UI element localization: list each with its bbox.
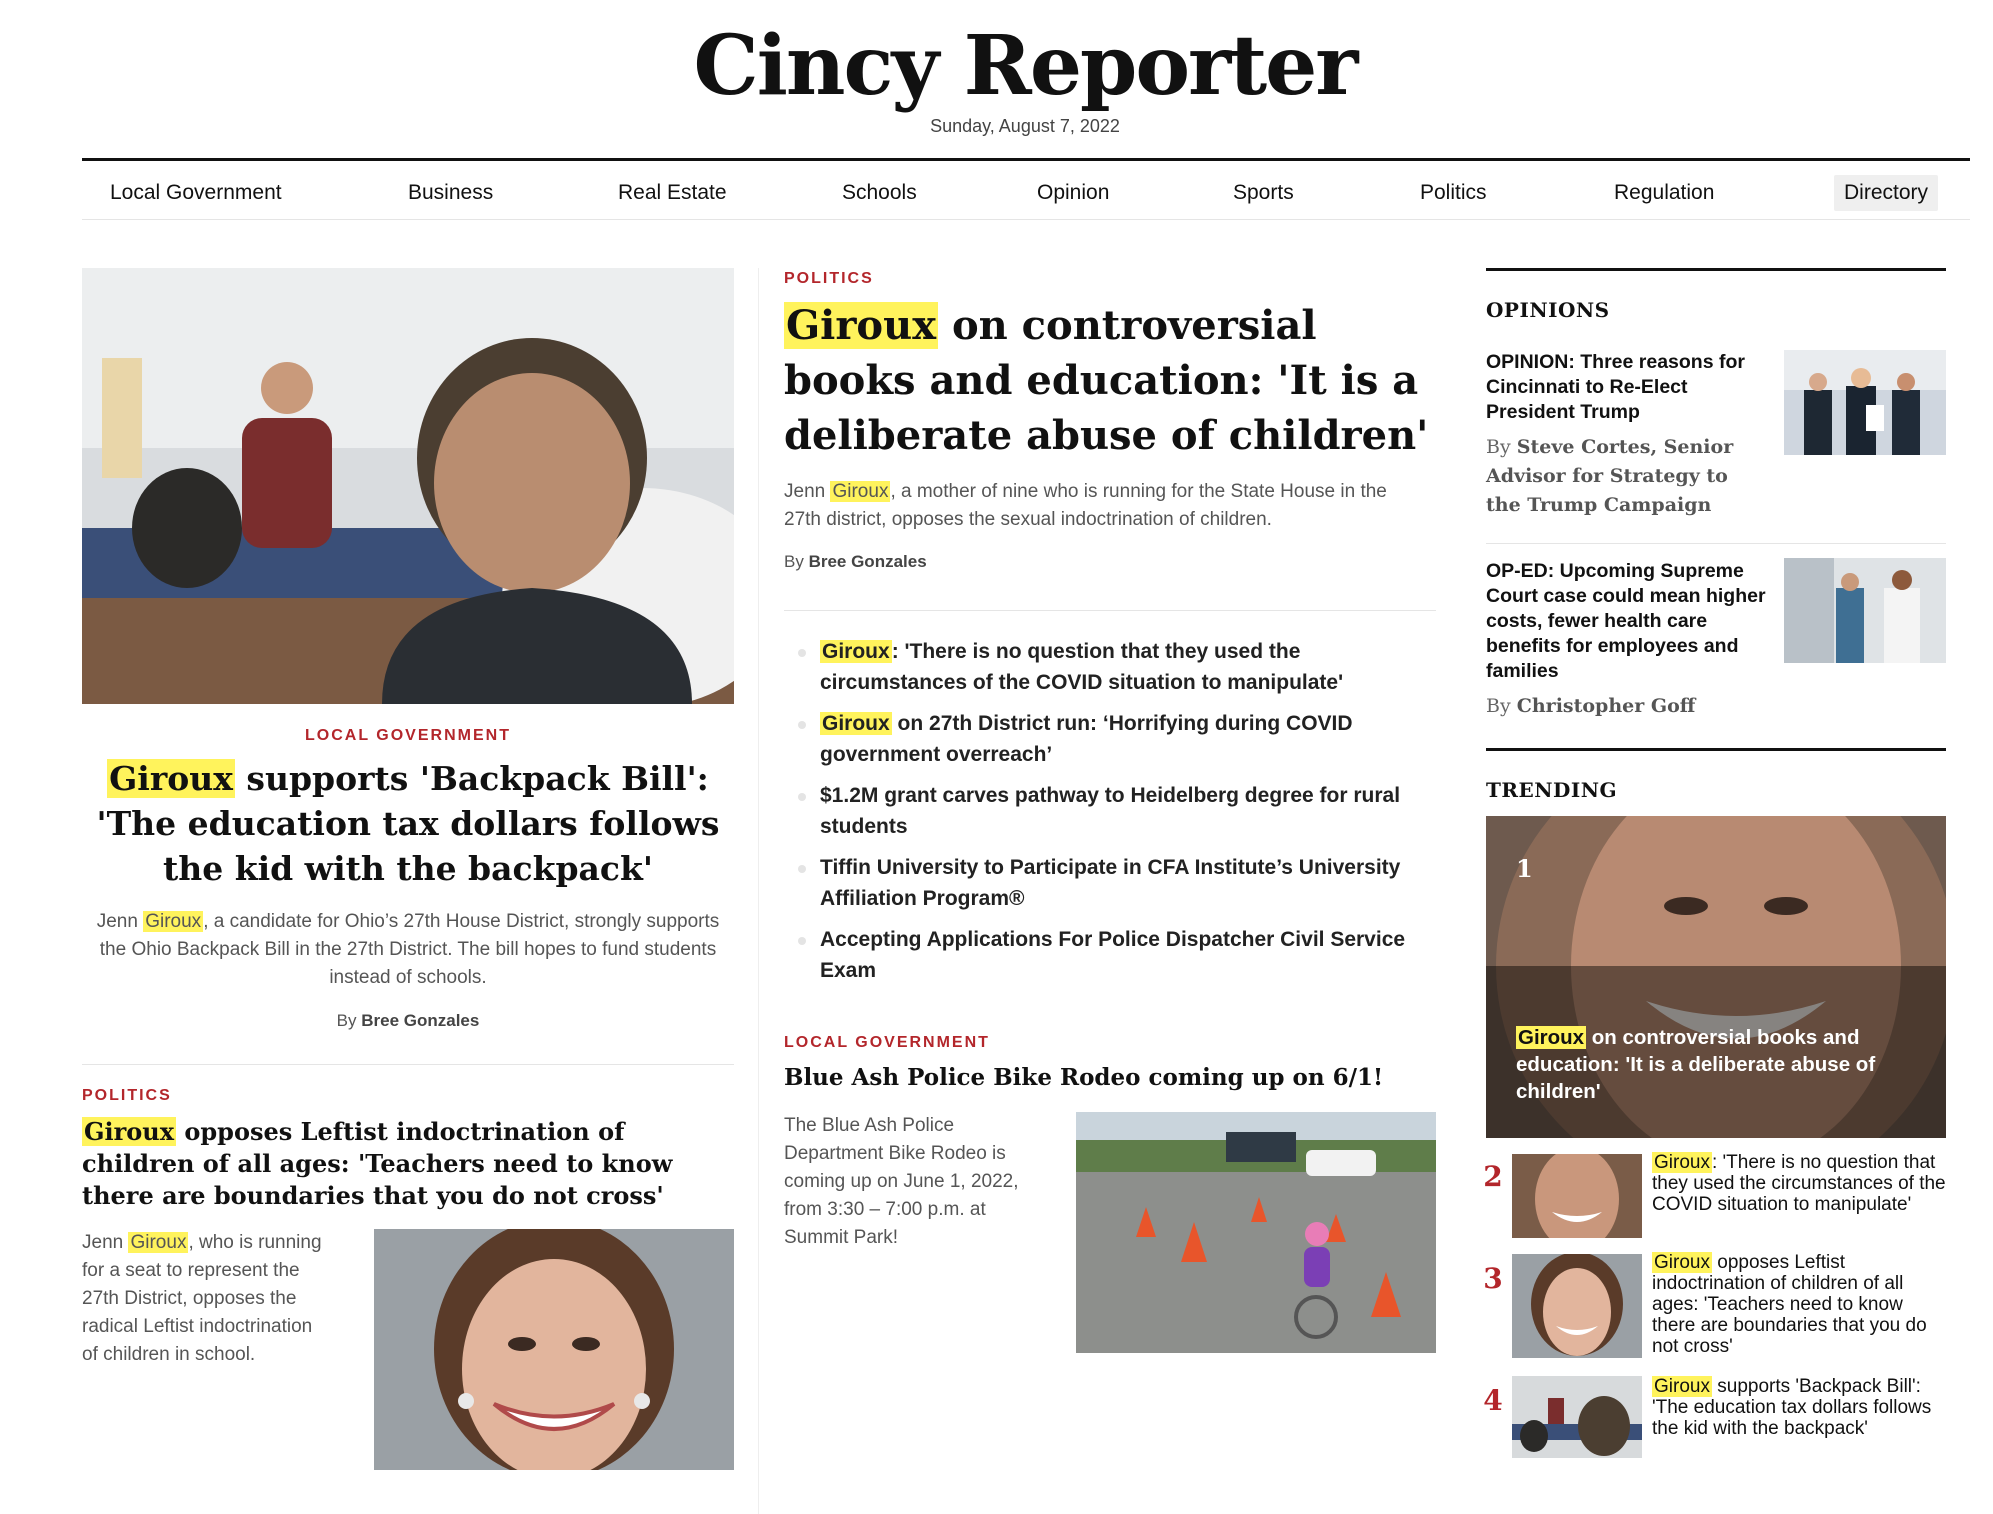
related-story-text: on 27th District run: ‘Horrifying during… [820,712,1353,766]
opinion-thumbnail[interactable] [1784,558,1946,663]
trending-thumbnail[interactable] [1512,1254,1642,1358]
divider [82,1064,734,1065]
nav-real-estate[interactable]: Real Estate [608,175,737,211]
byline-author[interactable]: Bree Gonzales [809,552,927,571]
trending-hero-caption: Giroux on controversial books and educat… [1516,1024,1916,1105]
main-nav: Local Government Business Real Estate Sc… [82,158,1970,220]
main-story-summary: Jenn Giroux, a mother of nine who is run… [784,478,1424,534]
divider [1486,543,1946,544]
masthead: Cincy Reporter Sunday, August 7, 2022 [0,18,1993,137]
nav-directory[interactable]: Directory [1834,175,1939,211]
highlight: Giroux [1652,1152,1712,1173]
trending-link[interactable]: Giroux supports 'Backpack Bill': 'The ed… [1652,1376,1947,1439]
trending-thumbnail[interactable] [1512,1376,1642,1458]
trending-rank: 2 [1483,1160,1503,1193]
column-divider [758,268,759,1514]
story-summary: Jenn Giroux, who is running for a seat t… [82,1229,322,1369]
nav-politics[interactable]: Politics [1410,175,1497,211]
story-kicker[interactable]: POLITICS [82,1087,172,1105]
story-summary: The Blue Ash Police Department Bike Rode… [784,1115,1019,1248]
byline-prefix: By [1486,436,1517,458]
opinion-thumbnail[interactable] [1784,350,1946,455]
highlight: Giroux [143,911,204,932]
highlight: Giroux [1516,1026,1587,1049]
trending-rank: 4 [1483,1384,1503,1417]
candidate-portrait[interactable] [374,1229,734,1470]
site-title[interactable]: Cincy Reporter [0,18,1993,114]
nav-local-government[interactable]: Local Government [100,175,292,211]
related-story-text: : 'There is no question that they used t… [820,640,1344,694]
trending-link[interactable]: Giroux opposes Leftist indoctrination of… [1652,1252,1947,1357]
trending-rank: 3 [1483,1262,1503,1295]
trending-link[interactable]: Giroux: 'There is no question that they … [1652,1152,1947,1215]
highlight: Giroux [82,1117,177,1146]
byline-author[interactable]: Bree Gonzales [361,1011,479,1030]
highlight: Giroux [107,759,235,798]
nav-opinion[interactable]: Opinion [1027,175,1119,211]
nav-business[interactable]: Business [398,175,503,211]
main-story-byline: By Bree Gonzales [784,552,927,572]
nav-schools[interactable]: Schools [832,175,927,211]
highlight: Giroux [820,712,892,735]
story-kicker[interactable]: LOCAL GOVERNMENT [784,1034,990,1052]
opinion-headline[interactable]: OP-ED: Upcoming Supreme Court case could… [1486,559,1766,684]
lead-story-headline[interactable]: Giroux supports 'Backpack Bill': 'The ed… [82,756,734,891]
masthead-date: Sunday, August 7, 2022 [930,116,1120,136]
opinions-section-title[interactable]: OPINIONS [1486,298,1610,322]
opinion-headline[interactable]: OPINION: Three reasons for Cincinnati to… [1486,350,1766,425]
trending-thumbnail[interactable] [1512,1154,1642,1238]
related-story-link[interactable]: Giroux on 27th District run: ‘Horrifying… [798,708,1430,770]
related-story-link[interactable]: Tiffin University to Participate in CFA … [798,852,1430,914]
main-story-kicker[interactable]: POLITICS [784,270,874,288]
byline-prefix: By [1486,695,1517,717]
related-story-text: Tiffin University to Participate in CFA … [820,856,1401,910]
highlight: Giroux [830,481,891,502]
lead-story-summary-pre: Jenn [96,911,144,932]
related-story-link[interactable]: Accepting Applications For Police Dispat… [798,924,1430,986]
divider [784,610,1436,611]
lead-story-byline: By Bree Gonzales [82,1011,734,1031]
related-stories-list: Giroux: 'There is no question that they … [798,636,1430,996]
highlight: Giroux [1652,1376,1712,1397]
nav-regulation[interactable]: Regulation [1604,175,1724,211]
section-rule [1486,268,1946,271]
byline-author[interactable]: Steve Cortes, Senior Advisor for Strateg… [1486,436,1733,516]
byline-prefix: By [784,552,809,571]
opinion-byline: By Steve Cortes, Senior Advisor for Stra… [1486,433,1766,520]
highlight: Giroux [128,1232,189,1253]
trending-section-title[interactable]: TRENDING [1486,778,1617,802]
opinion-byline: By Christopher Goff [1486,692,1766,721]
byline-prefix: By [336,1011,362,1030]
lead-story-kicker[interactable]: LOCAL GOVERNMENT [82,727,734,745]
related-story-text: Accepting Applications For Police Dispat… [820,928,1406,982]
related-story-text: $1.2M grant carves pathway to Heidelberg… [820,784,1401,838]
main-story-summary-pre: Jenn [784,481,831,502]
classroom-photo[interactable] [82,268,734,704]
related-story-link[interactable]: $1.2M grant carves pathway to Heidelberg… [798,780,1430,842]
story-headline[interactable]: Giroux opposes Leftist indoctrination of… [82,1116,734,1212]
story-headline[interactable]: Blue Ash Police Bike Rodeo coming up on … [784,1064,1383,1091]
bike-rodeo-photo[interactable] [1076,1112,1436,1353]
lead-story-summary: Jenn Giroux, a candidate for Ohio’s 27th… [82,908,734,992]
highlight: Giroux [1652,1252,1712,1273]
byline-author[interactable]: Christopher Goff [1517,695,1696,717]
highlight: Giroux [820,640,892,663]
nav-sports[interactable]: Sports [1223,175,1304,211]
related-story-link[interactable]: Giroux: 'There is no question that they … [798,636,1430,698]
main-story-headline[interactable]: Giroux on controversial books and educat… [784,298,1434,463]
highlight: Giroux [784,302,939,349]
story-summary-pre: Jenn [82,1232,129,1253]
trending-hero-card[interactable]: 1 Giroux on controversial books and educ… [1486,816,1946,1138]
trending-rank: 1 [1516,854,1533,883]
section-rule [1486,748,1946,751]
